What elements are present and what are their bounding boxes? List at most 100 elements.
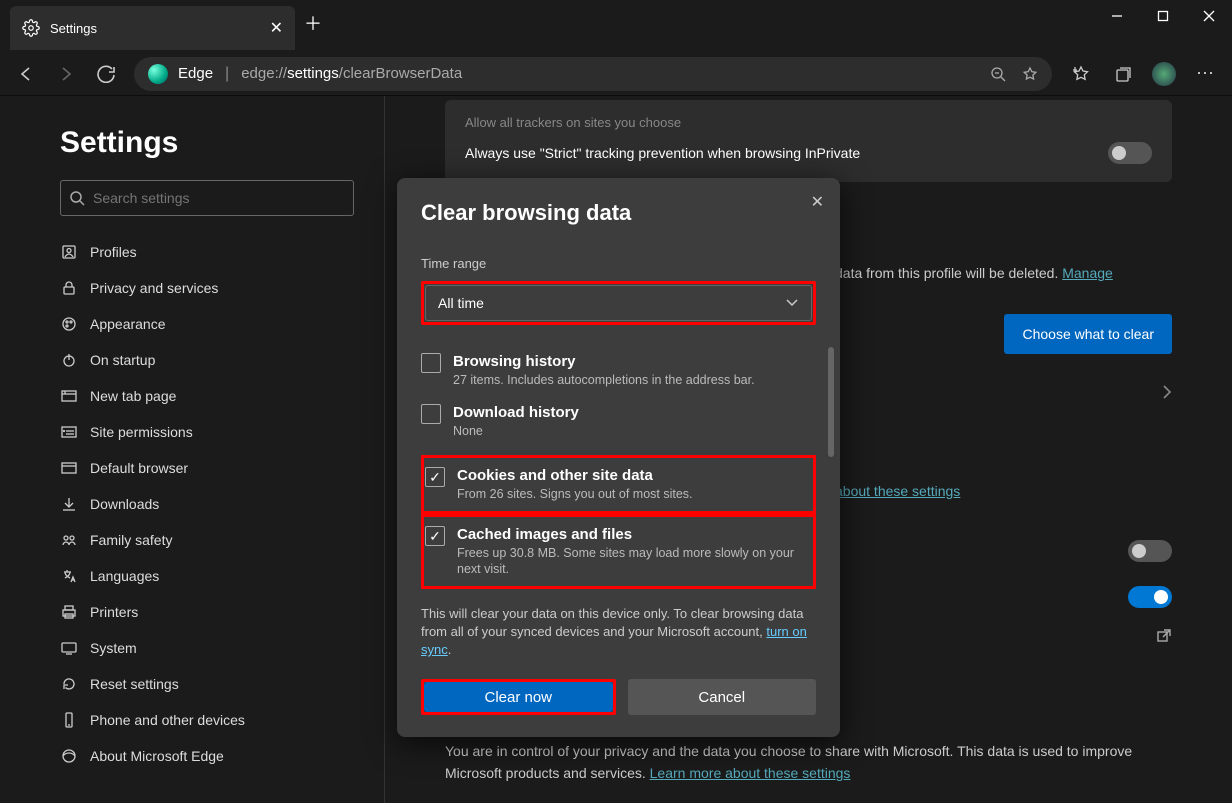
option-title: Cookies and other site data xyxy=(457,467,693,484)
zoom-icon[interactable] xyxy=(982,66,1014,82)
sidebar-item-languages[interactable]: Languages xyxy=(60,558,354,594)
clear-option: Download history None xyxy=(421,396,816,447)
sidebar-item-label: On startup xyxy=(90,352,155,368)
dialog-scrollbar[interactable] xyxy=(828,347,834,457)
browser-tab[interactable]: Settings ✕ xyxy=(10,6,295,50)
clear-option: Browsing history 27 items. Includes autoc… xyxy=(421,345,816,396)
cancel-button[interactable]: Cancel xyxy=(628,679,817,715)
checkbox[interactable] xyxy=(421,404,441,424)
help-learn-more-link[interactable]: Learn more about these settings xyxy=(650,765,851,781)
sidebar-item-printers[interactable]: Printers xyxy=(60,594,354,630)
time-range-value: All time xyxy=(438,295,484,311)
strict-toggle[interactable] xyxy=(1108,142,1152,164)
sidebar-item-site-permissions[interactable]: Site permissions xyxy=(60,414,354,450)
edge-icon xyxy=(148,64,168,84)
chevron-down-icon xyxy=(785,298,799,308)
browser-icon xyxy=(60,459,90,477)
highlight-box: Cookies and other site data From 26 sites… xyxy=(421,455,816,514)
tab-title: Settings xyxy=(50,21,270,36)
sidebar-item-label: Appearance xyxy=(90,316,166,332)
favorite-icon[interactable] xyxy=(1014,66,1046,82)
sidebar-item-privacy-and-services[interactable]: Privacy and services xyxy=(60,270,354,306)
lock-icon xyxy=(60,279,90,297)
search-field[interactable] xyxy=(93,190,345,206)
sidebar-item-label: Languages xyxy=(90,568,159,584)
setting-toggle-off[interactable] xyxy=(1128,540,1172,562)
option-title: Cached images and files xyxy=(457,526,809,543)
tracking-card: Allow all trackers on sites you choose A… xyxy=(445,100,1172,182)
family-icon xyxy=(60,531,90,549)
clear-browsing-data-dialog: ✕ Clear browsing data Time range All tim… xyxy=(397,178,840,737)
forward-button[interactable] xyxy=(46,54,86,94)
refresh-button[interactable] xyxy=(86,54,126,94)
chevron-right-icon[interactable] xyxy=(1162,384,1172,400)
sidebar-item-profiles[interactable]: Profiles xyxy=(60,234,354,270)
manage-link[interactable]: Manage xyxy=(1062,265,1113,281)
reset-icon xyxy=(60,675,90,693)
sidebar-item-label: Privacy and services xyxy=(90,280,218,296)
choose-what-to-clear-button[interactable]: Choose what to clear xyxy=(1004,314,1172,354)
option-subtext: None xyxy=(453,423,579,439)
edge-icon xyxy=(60,747,90,765)
time-range-label: Time range xyxy=(421,256,816,271)
profile-icon xyxy=(60,243,90,261)
checkbox[interactable] xyxy=(425,467,445,487)
sidebar-item-label: Phone and other devices xyxy=(90,712,245,728)
highlight-box: Clear now xyxy=(421,679,616,715)
option-subtext: From 26 sites. Signs you out of most sit… xyxy=(457,486,693,502)
clear-option: Cached images and files Frees up 30.8 MB.… xyxy=(425,518,809,585)
search-icon xyxy=(69,190,85,206)
window-close-button[interactable] xyxy=(1186,0,1232,32)
sidebar-item-about-microsoft-edge[interactable]: About Microsoft Edge xyxy=(60,738,354,774)
checkbox[interactable] xyxy=(425,526,445,546)
window-maximize-button[interactable] xyxy=(1140,0,1186,32)
palette-icon xyxy=(60,315,90,333)
profile-delete-text: data from this profile will be deleted. xyxy=(835,265,1062,281)
close-tab-icon[interactable]: ✕ xyxy=(270,18,283,38)
window-minimize-button[interactable] xyxy=(1094,0,1140,32)
sidebar-item-default-browser[interactable]: Default browser xyxy=(60,450,354,486)
new-tab-button[interactable]: ＋ xyxy=(295,10,331,36)
download-icon xyxy=(60,495,90,513)
sidebar-item-system[interactable]: System xyxy=(60,630,354,666)
sidebar-item-family-safety[interactable]: Family safety xyxy=(60,522,354,558)
option-title: Download history xyxy=(453,404,579,421)
phone-icon xyxy=(60,711,90,729)
dialog-note: This will clear your data on this device… xyxy=(421,606,803,639)
sidebar-item-new-tab-page[interactable]: New tab page xyxy=(60,378,354,414)
page-title: Settings xyxy=(60,126,354,160)
sidebar-item-reset-settings[interactable]: Reset settings xyxy=(60,666,354,702)
back-button[interactable] xyxy=(6,54,46,94)
sidebar-item-label: Reset settings xyxy=(90,676,179,692)
sidebar-item-on-startup[interactable]: On startup xyxy=(60,342,354,378)
clear-now-button[interactable]: Clear now xyxy=(424,682,613,712)
about-settings-link[interactable]: about these settings xyxy=(835,483,960,499)
url-app: Edge xyxy=(178,65,213,82)
system-icon xyxy=(60,639,90,657)
power-icon xyxy=(60,351,90,369)
sidebar-item-downloads[interactable]: Downloads xyxy=(60,486,354,522)
highlight-box: Cached images and files Frees up 30.8 MB.… xyxy=(421,514,816,589)
sidebar-item-phone-and-other-devices[interactable]: Phone and other devices xyxy=(60,702,354,738)
dialog-close-icon[interactable]: ✕ xyxy=(811,192,824,212)
option-title: Browsing history xyxy=(453,353,755,370)
profile-avatar[interactable] xyxy=(1152,62,1176,86)
checkbox[interactable] xyxy=(421,353,441,373)
external-link-icon[interactable] xyxy=(1156,628,1172,644)
option-subtext: Frees up 30.8 MB. Some sites may load mo… xyxy=(457,545,809,577)
favorites-button[interactable] xyxy=(1060,65,1102,83)
option-subtext: 27 items. Includes autocompletions in th… xyxy=(453,372,755,388)
address-bar[interactable]: Edge | edge://settings/clearBrowserData xyxy=(134,57,1052,91)
collections-button[interactable] xyxy=(1102,65,1144,83)
gear-icon xyxy=(22,19,40,37)
search-settings-input[interactable] xyxy=(60,180,354,216)
tracker-subtext: Allow all trackers on sites you choose xyxy=(465,115,681,130)
more-button[interactable]: ⋯ xyxy=(1184,63,1226,84)
setting-toggle-on[interactable] xyxy=(1128,586,1172,608)
sidebar-item-label: System xyxy=(90,640,137,656)
sidebar-item-label: Site permissions xyxy=(90,424,193,440)
sidebar-item-appearance[interactable]: Appearance xyxy=(60,306,354,342)
time-range-select[interactable]: All time xyxy=(425,285,812,321)
sidebar-item-label: Printers xyxy=(90,604,138,620)
sidebar-item-label: Default browser xyxy=(90,460,188,476)
